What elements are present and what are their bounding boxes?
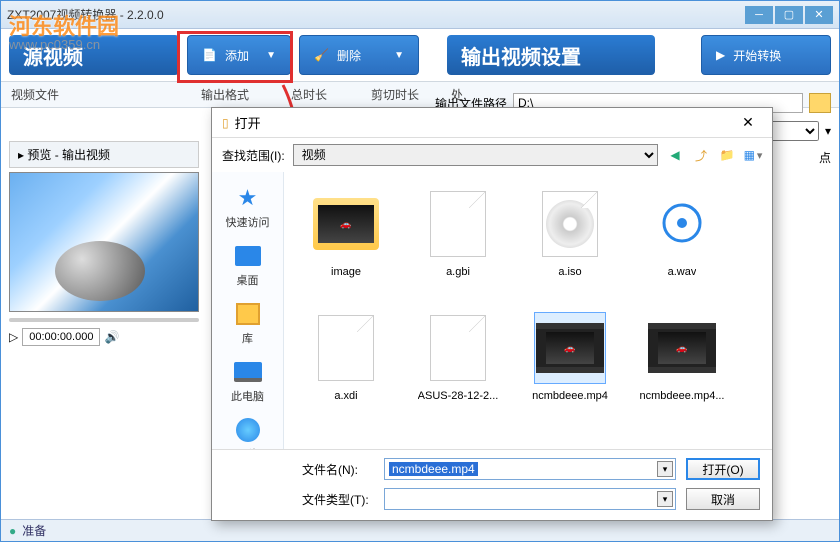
place-network[interactable]: 网络	[212, 412, 283, 449]
file-name: a.iso	[558, 266, 581, 278]
network-icon	[236, 418, 260, 442]
file-list[interactable]: 🚗 image a.gbi a.iso a.wav a.xdi ASUS-28-12-2..…	[284, 172, 772, 449]
delete-button[interactable]: 🧹 删除 ▼	[299, 35, 419, 75]
broom-icon: 🧹	[314, 48, 329, 62]
file-thumbnail	[422, 312, 494, 384]
up-icon[interactable]: ⤴	[692, 146, 710, 164]
file-name: ncmbdeee.mp4	[532, 390, 608, 402]
filename-label: 文件名(N):	[302, 461, 374, 478]
preview-title: ▸ 预览 - 输出视频	[9, 141, 199, 168]
chevron-down-icon: ▼	[266, 50, 276, 61]
open-file-dialog: ▯ 打开 ✕ 查找范围(I): 视频 ◀ ⤴ 📁 ▦▾ ★ 快速访问 桌面	[211, 107, 773, 521]
file-thumbnail	[646, 188, 718, 260]
chevron-down-icon[interactable]: ▾	[657, 491, 673, 507]
start-label: 开始转换	[733, 47, 781, 64]
col-duration[interactable]: 总时长	[291, 86, 351, 103]
file-item[interactable]: 🚗 ncmbdeee.mp4	[516, 304, 624, 424]
file-item[interactable]: ASUS-28-12-2...	[404, 304, 512, 424]
seek-slider[interactable]	[9, 318, 199, 322]
add-label: 添加	[225, 47, 249, 64]
file-item[interactable]: a.gbi	[404, 180, 512, 300]
star-icon: ★	[232, 184, 264, 212]
file-thumbnail	[534, 188, 606, 260]
file-thumbnail: 🚗	[646, 312, 718, 384]
file-name: image	[331, 266, 361, 278]
places-bar: ★ 快速访问 桌面 库 此电脑 网络	[212, 172, 284, 449]
output-panel-header: 输出视频设置	[447, 35, 655, 75]
open-icon: ▯	[222, 116, 229, 130]
pc-icon	[234, 362, 262, 382]
time-display: 00:00:00.000	[22, 328, 100, 346]
filetype-label: 文件类型(T):	[302, 491, 374, 508]
film-reel-icon	[55, 241, 145, 301]
file-name: a.gbi	[446, 266, 470, 278]
file-name: a.xdi	[334, 390, 357, 402]
play-button[interactable]: ▷	[9, 330, 18, 344]
file-item[interactable]: 🚗 ncmbdeee.mp4...	[628, 304, 736, 424]
dialog-titlebar: ▯ 打开 ✕	[212, 108, 772, 138]
file-name: a.wav	[668, 266, 697, 278]
file-item[interactable]: a.xdi	[292, 304, 400, 424]
window-maximize-button[interactable]: ▢	[775, 6, 803, 24]
status-bar: ● 准备	[1, 519, 839, 541]
filename-input[interactable]: ncmbdeee.mp4 ▾	[384, 458, 676, 480]
library-icon	[236, 303, 260, 325]
file-name: ncmbdeee.mp4...	[640, 390, 725, 402]
chevron-down-icon[interactable]: ▾	[657, 461, 673, 477]
look-in-label: 查找范围(I):	[222, 147, 285, 164]
place-quick-access[interactable]: ★ 快速访问	[212, 180, 283, 234]
chevron-down-icon: ▾	[825, 124, 831, 138]
desktop-icon	[235, 246, 261, 266]
back-icon[interactable]: ◀	[666, 146, 684, 164]
window-close-button[interactable]: ✕	[805, 6, 833, 24]
filename-value: ncmbdeee.mp4	[389, 462, 478, 476]
preview-panel: ▸ 预览 - 输出视频 ▷ 00:00:00.000 🔊	[9, 141, 199, 346]
file-thumbnail	[310, 312, 382, 384]
dialog-bottom: 文件名(N): ncmbdeee.mp4 ▾ 打开(O) 文件类型(T): ▾ …	[212, 449, 772, 520]
look-in-select[interactable]: 视频	[293, 144, 658, 166]
add-icon: 📄	[202, 48, 217, 62]
place-libraries[interactable]: 库	[212, 296, 283, 350]
place-desktop[interactable]: 桌面	[212, 238, 283, 292]
window-titlebar: ZXT2007视频转换器 - 2.2.0.0 ─ ▢ ✕	[1, 1, 839, 29]
play-icon: ▶	[716, 48, 725, 62]
dialog-title: 打开	[235, 113, 734, 132]
point-label: 点	[819, 149, 831, 166]
status-text: 准备	[22, 522, 46, 539]
preview-image	[9, 172, 199, 312]
file-thumbnail: 🚗	[534, 312, 606, 384]
window-title: ZXT2007视频转换器 - 2.2.0.0	[7, 6, 743, 23]
file-item[interactable]: 🚗 image	[292, 180, 400, 300]
open-button[interactable]: 打开(O)	[686, 458, 760, 480]
col-cut-duration[interactable]: 剪切时长	[371, 86, 431, 103]
start-convert-button[interactable]: ▶ 开始转换	[701, 35, 831, 75]
delete-label: 删除	[337, 47, 361, 64]
file-name: ASUS-28-12-2...	[418, 390, 499, 402]
new-folder-icon[interactable]: 📁	[718, 146, 736, 164]
file-item[interactable]: a.wav	[628, 180, 736, 300]
info-icon: ●	[9, 524, 16, 538]
col-output-format[interactable]: 输出格式	[201, 86, 271, 103]
file-item[interactable]: a.iso	[516, 180, 624, 300]
add-button[interactable]: 📄 添加 ▼	[187, 35, 291, 75]
chevron-down-icon: ▼	[394, 50, 404, 61]
volume-icon[interactable]: 🔊	[104, 330, 119, 344]
place-this-pc[interactable]: 此电脑	[212, 354, 283, 408]
file-thumbnail	[422, 188, 494, 260]
view-mode-icon[interactable]: ▦▾	[744, 146, 762, 164]
dialog-close-button[interactable]: ✕	[734, 113, 762, 133]
file-thumbnail: 🚗	[310, 188, 382, 260]
window-minimize-button[interactable]: ─	[745, 6, 773, 24]
look-in-row: 查找范围(I): 视频 ◀ ⤴ 📁 ▦▾	[212, 138, 772, 172]
main-toolbar: 源视频 📄 添加 ▼ 🧹 删除 ▼ 输出视频设置 ▶ 开始转换	[1, 29, 839, 81]
cancel-button[interactable]: 取消	[686, 488, 760, 510]
browse-folder-button[interactable]	[809, 93, 831, 113]
filetype-select[interactable]: ▾	[384, 488, 676, 510]
source-panel-header: 源视频	[9, 35, 179, 75]
col-video-file[interactable]: 视频文件	[11, 86, 181, 103]
